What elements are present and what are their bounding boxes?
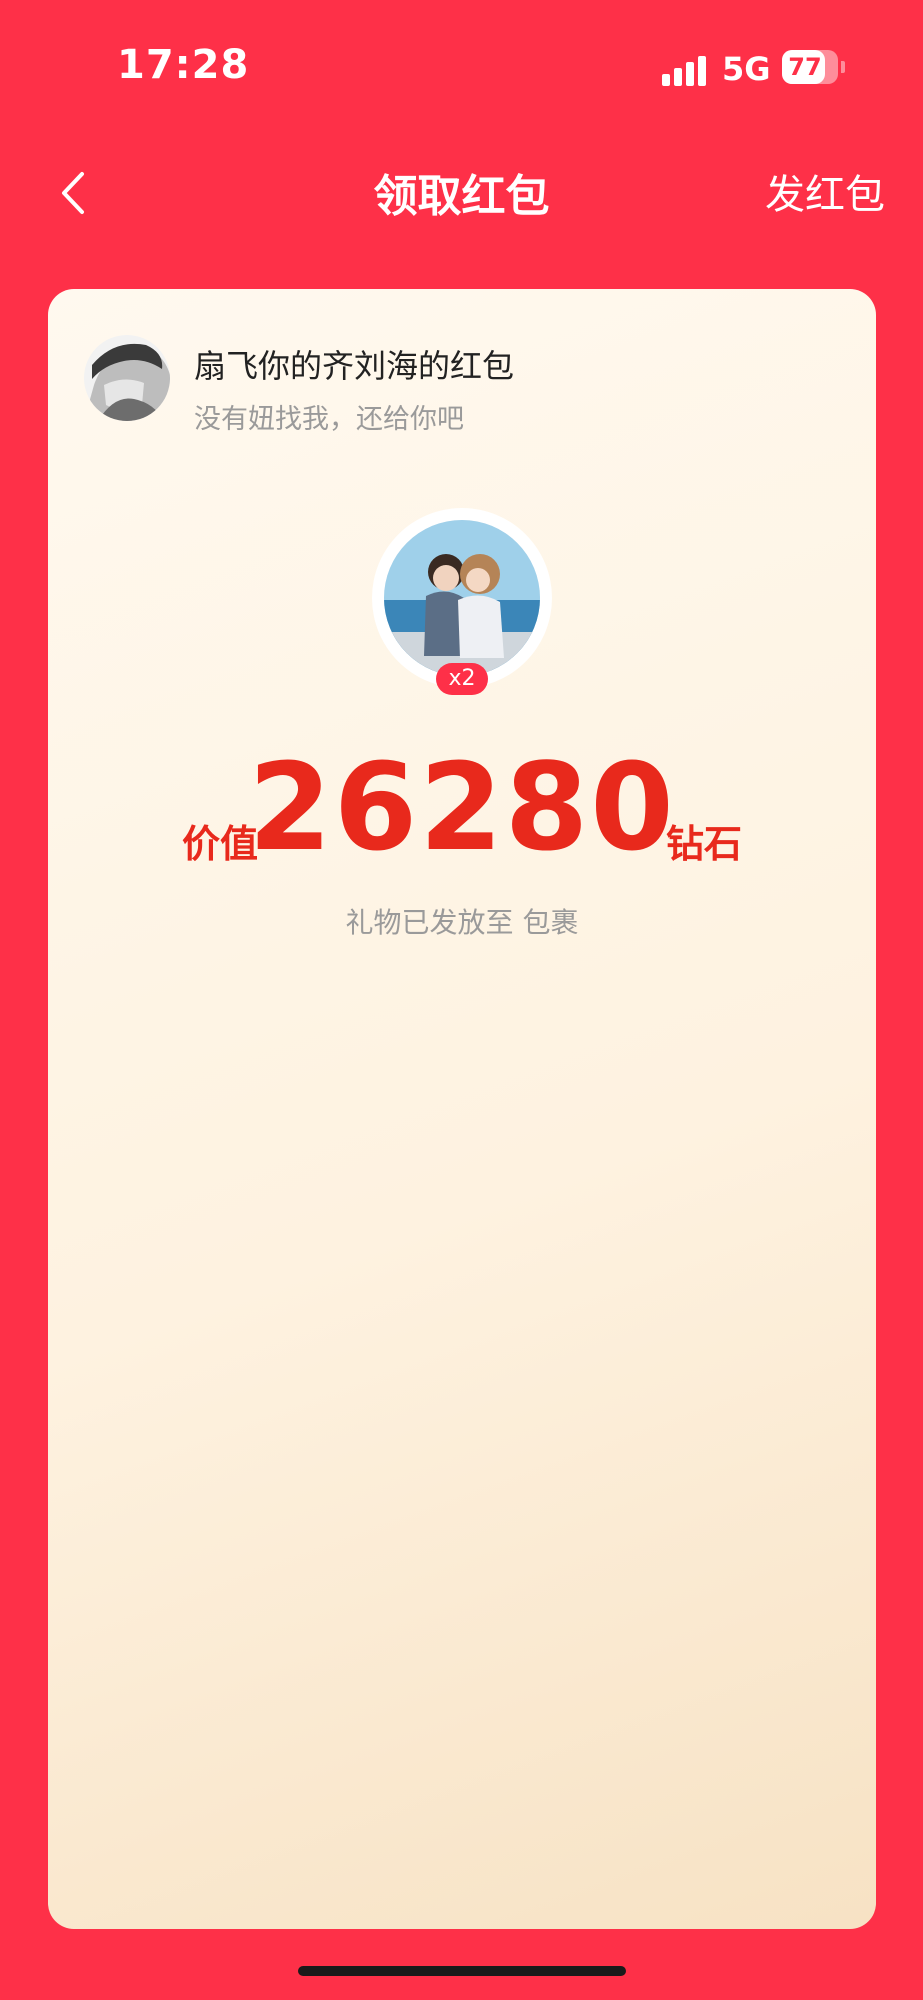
gift-status-text: 礼物已发放至 包裹 <box>345 906 579 939</box>
value-amount: 26280 <box>248 739 676 878</box>
battery-icon: 77 <box>782 50 838 84</box>
home-indicator[interactable] <box>298 1966 626 1976</box>
gift-count-badge: x2 <box>436 663 488 695</box>
value-unit: 钻石 <box>666 822 743 866</box>
gift-image <box>384 520 540 676</box>
red-packet-card: 扇飞你的齐刘海的红包 没有妞找我，还给你吧 x2 价值 26280 钻石 礼物已… <box>48 289 876 1929</box>
status-bar: 17:28 5G 77 <box>0 0 923 130</box>
status-time: 17:28 <box>117 42 250 88</box>
value-row: 价值 26280 钻石 <box>48 739 876 889</box>
sender-name: 扇飞你的齐刘海的红包 <box>194 347 515 385</box>
network-type: 5G <box>722 50 771 88</box>
chevron-left-icon <box>62 172 84 214</box>
sender-message: 没有妞找我，还给你吧 <box>194 404 464 435</box>
gift-image-frame <box>372 508 552 688</box>
battery-tip <box>841 61 845 73</box>
nav-bar: 领取红包 发红包 <box>0 150 923 236</box>
back-button[interactable] <box>50 168 100 218</box>
signal-icon <box>662 52 710 86</box>
sender-avatar[interactable] <box>84 335 170 421</box>
battery-level: 77 <box>788 53 822 81</box>
send-red-packet-button[interactable]: 发红包 <box>765 162 885 220</box>
